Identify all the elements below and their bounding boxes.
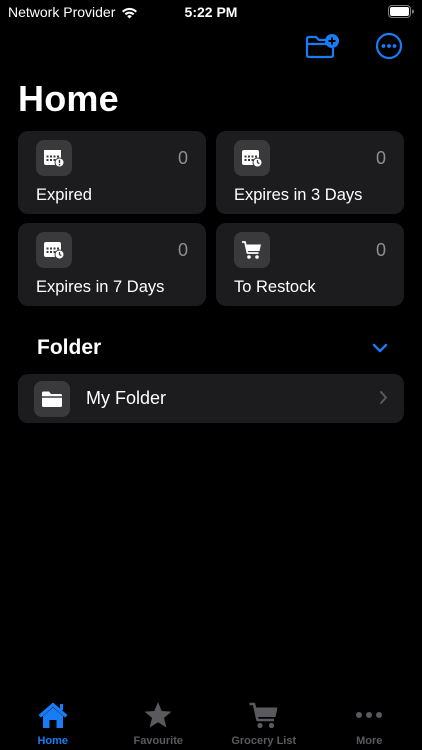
new-folder-icon [305,33,339,64]
ellipsis-icon [354,700,384,730]
cart-icon [248,700,280,730]
card-count: 0 [375,148,386,168]
folder-section-toggle[interactable] [368,338,392,360]
expired-card[interactable]: 0 Expired [18,131,206,214]
star-icon [143,700,173,730]
folder-label: My Folder [86,388,167,408]
to-restock-card[interactable]: 0 To Restock [216,223,404,306]
card-count: 0 [177,240,188,260]
card-label: To Restock [234,278,316,296]
folder-row-my-folder[interactable]: My Folder [18,374,404,423]
battery-icon [388,5,414,18]
cart-icon [234,232,270,268]
tab-grocery-list[interactable]: Grocery List [211,690,317,750]
tab-bar: Home Favourite Grocery List More [0,690,422,750]
page-title: Home [18,78,119,119]
calendar-clock-icon [234,140,270,176]
tab-label: Home [37,735,69,747]
more-options-button[interactable] [372,32,406,65]
card-label: Expired [36,186,92,204]
card-label: Expires in 7 Days [36,278,165,296]
card-count: 0 [375,240,386,260]
status-bar: Network Provider 5:22 PM [0,0,422,26]
expires-7-days-card[interactable]: 0 Expires in 7 Days [18,223,206,306]
tab-label: Favourite [133,735,183,747]
calendar-clock-icon [36,232,72,268]
folder-icon [34,381,70,417]
tab-favourite[interactable]: Favourite [106,690,212,750]
new-folder-button[interactable] [305,33,339,63]
expires-3-days-card[interactable]: 0 Expires in 3 Days [216,131,404,214]
card-label: Expires in 3 Days [234,186,363,204]
tab-more[interactable]: More [317,690,422,750]
calendar-exclamation-icon [36,140,72,176]
chevron-right-icon [379,390,388,410]
ellipsis-circle-icon [375,32,403,65]
status-time: 5:22 PM [184,4,238,20]
house-icon [37,700,69,730]
tab-home[interactable]: Home [0,690,106,750]
tab-label: Grocery List [231,735,297,747]
folder-section-title: Folder [37,336,102,359]
card-count: 0 [177,148,188,168]
chevron-down-icon [372,340,388,358]
tab-label: More [356,735,383,747]
